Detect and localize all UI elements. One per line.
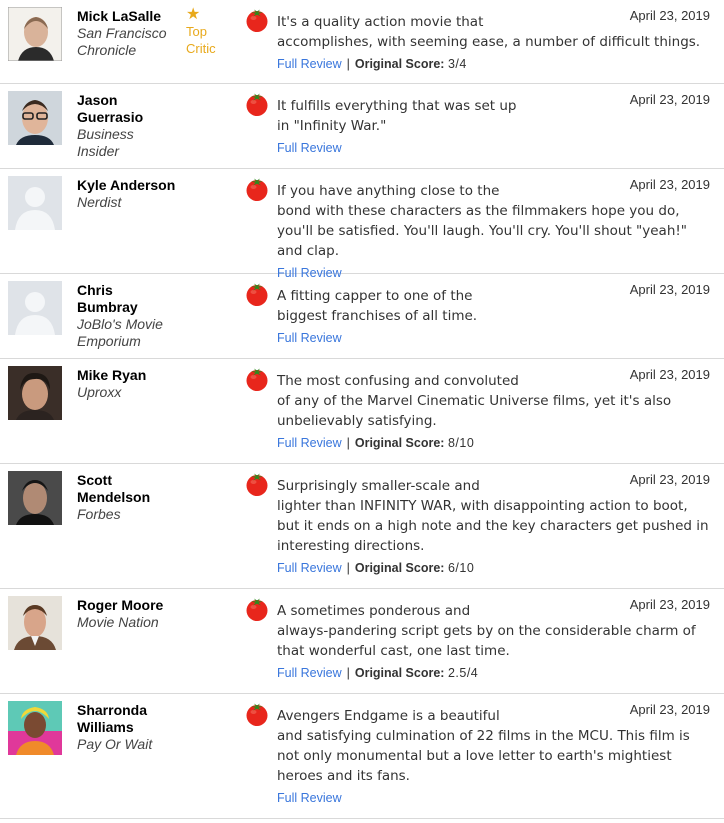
review-date: April 23, 2019 <box>629 597 710 612</box>
critic-publication[interactable]: Uproxx <box>77 384 177 401</box>
critic-review-list: Mick LaSalle San Francisco Chronicle ★ T… <box>0 0 724 819</box>
full-review-link[interactable]: Full Review <box>277 791 342 805</box>
review-date: April 23, 2019 <box>629 92 710 107</box>
original-score-value: 6/10 <box>447 561 475 575</box>
fresh-tomato-icon <box>244 596 270 622</box>
full-review-link[interactable]: Full Review <box>277 57 342 71</box>
fresh-tomato-icon <box>244 281 270 307</box>
critic-avatar[interactable] <box>8 366 62 420</box>
review-body: A sometimes ponderous and always-panderi… <box>277 601 713 681</box>
review-row: Roger Moore Movie Nation A sometimes pon… <box>0 589 724 694</box>
critic-publication[interactable]: San Francisco Chronicle <box>77 25 177 59</box>
critic-avatar[interactable] <box>8 7 62 61</box>
critic-info: Scott Mendelson Forbes <box>77 472 177 523</box>
review-row: Kyle Anderson Nerdist If you have anythi… <box>0 169 724 280</box>
review-meta: Full Review <box>277 790 713 806</box>
review-date: April 23, 2019 <box>629 472 710 487</box>
review-row: Sharronda Williams Pay Or Wait Avengers … <box>0 694 724 819</box>
review-meta: Full Review | Original Score: 2.5/4 <box>277 665 713 681</box>
review-row: Mike Ryan Uproxx The most confusing and … <box>0 359 724 464</box>
critic-info: Chris Bumbray JoBlo's Movie Emporium <box>77 282 177 350</box>
critic-info: Jason Guerrasio Business Insider <box>77 92 177 160</box>
review-row: Jason Guerrasio Business Insider It fulf… <box>0 84 724 169</box>
critic-info: Roger Moore Movie Nation <box>77 597 177 631</box>
review-body: The most confusing and convoluted of any… <box>277 371 713 451</box>
review-meta: Full Review <box>277 140 713 156</box>
review-date: April 23, 2019 <box>629 177 710 192</box>
review-meta: Full Review <box>277 330 713 346</box>
critic-name[interactable]: Sharronda Williams <box>77 702 177 736</box>
critic-info: Mike Ryan Uproxx <box>77 367 177 401</box>
top-critic-label-top: Top <box>186 24 207 39</box>
critic-publication[interactable]: Movie Nation <box>77 614 177 631</box>
review-date: April 23, 2019 <box>629 702 710 717</box>
critic-avatar[interactable] <box>8 596 62 650</box>
critic-avatar[interactable] <box>8 91 62 145</box>
full-review-link[interactable]: Full Review <box>277 141 342 155</box>
top-critic-label-critic: Critic <box>186 41 216 56</box>
fresh-tomato-icon <box>244 701 270 727</box>
full-review-link[interactable]: Full Review <box>277 666 342 680</box>
review-meta: Full Review | Original Score: 8/10 <box>277 435 713 451</box>
fresh-tomato-icon <box>244 176 270 202</box>
original-score-value: 2.5/4 <box>447 666 479 680</box>
review-row: Mick LaSalle San Francisco Chronicle ★ T… <box>0 0 724 84</box>
review-meta: Full Review | Original Score: 6/10 <box>277 560 713 576</box>
star-icon: ★ <box>186 6 201 23</box>
critic-publication[interactable]: Business Insider <box>77 126 177 160</box>
critic-publication[interactable]: Pay Or Wait <box>77 736 177 753</box>
fresh-tomato-icon <box>244 471 270 497</box>
critic-publication[interactable]: JoBlo's Movie Emporium <box>77 316 177 350</box>
critic-avatar-placeholder[interactable] <box>8 176 62 230</box>
review-row: Chris Bumbray JoBlo's Movie Emporium A f… <box>0 274 724 359</box>
review-body: If you have anything close to the bond w… <box>277 181 713 281</box>
separator: | <box>346 57 350 71</box>
critic-name[interactable]: Chris Bumbray <box>77 282 177 316</box>
fresh-tomato-icon <box>244 91 270 117</box>
critic-publication[interactable]: Nerdist <box>77 194 177 211</box>
critic-name[interactable]: Jason Guerrasio <box>77 92 177 126</box>
critic-name[interactable]: Mike Ryan <box>77 367 177 384</box>
separator: | <box>346 561 350 575</box>
critic-name[interactable]: Scott Mendelson <box>77 472 177 506</box>
original-score-value: 8/10 <box>447 436 475 450</box>
critic-info: Sharronda Williams Pay Or Wait <box>77 702 177 753</box>
review-quote: Surprisingly smaller-scale and lighter t… <box>277 478 709 554</box>
fresh-tomato-icon <box>244 7 270 33</box>
original-score-label: Original Score: <box>354 436 445 450</box>
review-date: April 23, 2019 <box>629 367 710 382</box>
full-review-link[interactable]: Full Review <box>277 561 342 575</box>
critic-avatar[interactable] <box>8 471 62 525</box>
review-quote: Avengers Endgame is a beautiful and sati… <box>277 708 690 784</box>
critic-name[interactable]: Kyle Anderson <box>77 177 177 194</box>
critic-info: Mick LaSalle San Francisco Chronicle <box>77 8 177 59</box>
separator: | <box>346 436 350 450</box>
full-review-link[interactable]: Full Review <box>277 436 342 450</box>
critic-name[interactable]: Roger Moore <box>77 597 177 614</box>
original-score-label: Original Score: <box>354 561 445 575</box>
review-body: Avengers Endgame is a beautiful and sati… <box>277 706 713 806</box>
top-critic-badge: ★ Top Critic <box>186 7 236 57</box>
critic-info: Kyle Anderson Nerdist <box>77 177 177 211</box>
review-meta: Full Review | Original Score: 3/4 <box>277 56 713 72</box>
review-quote: If you have anything close to the bond w… <box>277 183 687 259</box>
original-score-label: Original Score: <box>354 666 445 680</box>
critic-avatar[interactable] <box>8 701 62 755</box>
full-review-link[interactable]: Full Review <box>277 331 342 345</box>
review-date: April 23, 2019 <box>629 8 710 23</box>
fresh-tomato-icon <box>244 366 270 392</box>
original-score-label: Original Score: <box>354 57 445 71</box>
critic-publication[interactable]: Forbes <box>77 506 177 523</box>
separator: | <box>346 666 350 680</box>
review-date: April 23, 2019 <box>629 282 710 297</box>
critic-avatar-placeholder[interactable] <box>8 281 62 335</box>
critic-name[interactable]: Mick LaSalle <box>77 8 177 25</box>
review-row: Scott Mendelson Forbes Surprisingly smal… <box>0 464 724 589</box>
original-score-value: 3/4 <box>447 57 467 71</box>
review-body: Surprisingly smaller-scale and lighter t… <box>277 476 713 576</box>
